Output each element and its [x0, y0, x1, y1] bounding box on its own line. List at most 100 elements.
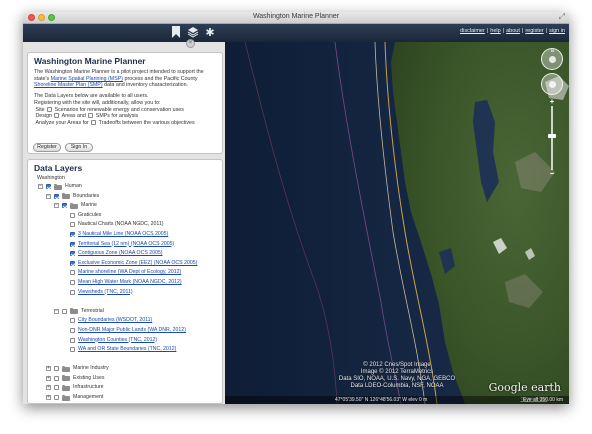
layer-checkbox[interactable] [70, 318, 75, 324]
layer-row[interactable]: + Marine Industry [34, 364, 216, 374]
fullscreen-icon[interactable]: ⤢ [559, 12, 565, 22]
zoom-slider[interactable]: + − [541, 98, 563, 178]
look-around-control[interactable]: N [541, 48, 563, 70]
app-window: Washington Marine Planner ⤢ ✱ disclaimer… [23, 12, 569, 404]
move-control[interactable] [541, 73, 563, 95]
expand-toggle-icon[interactable]: − [54, 203, 59, 209]
layer-row[interactable]: Nautical Charts (NOAA NGDC, 2011) [34, 220, 216, 230]
layer-row[interactable] [34, 355, 216, 365]
layer-link[interactable]: WA and OR State Boundaries (TNC, 2012) [78, 345, 176, 355]
layer-link[interactable]: Non-DNR Major Public Lands (WA DNR, 2012… [78, 326, 186, 336]
expand-toggle-icon[interactable]: − [38, 184, 43, 189]
layer-row[interactable]: 3 Nautical Mile Line (NOAA OCS 2005) [34, 230, 216, 240]
smp-link[interactable]: Shoreline Master Plan (SMP) [34, 82, 103, 88]
layer-row[interactable]: Graticules [34, 211, 216, 221]
layer-checkbox[interactable] [70, 260, 75, 266]
layer-row[interactable]: + Management [34, 393, 216, 403]
sign-in-link[interactable]: sign in [549, 28, 565, 34]
gear-icon[interactable]: ✱ [203, 26, 217, 40]
layer-checkbox[interactable] [70, 279, 75, 285]
layer-row[interactable]: − Human [34, 182, 216, 192]
folder-icon [62, 394, 70, 401]
layer-row[interactable]: Contiguous Zone (NOAA OCS 2005) [34, 249, 216, 259]
layer-row[interactable]: Non-DNR Major Public Lands (WA DNR, 2012… [34, 326, 216, 336]
expand-toggle-icon[interactable]: − [54, 308, 59, 314]
layer-checkbox[interactable] [70, 231, 75, 237]
layer-checkbox[interactable] [54, 193, 59, 199]
layer-label: Existing Uses [73, 374, 105, 381]
layer-checkbox[interactable] [54, 385, 59, 391]
top-nav-links: disclaimer | help | about | register | sign in [460, 28, 565, 34]
layer-checkbox[interactable] [70, 327, 75, 333]
layer-row[interactable]: Washington Counties (TNC, 2012) [34, 336, 216, 346]
about-link[interactable]: about [506, 28, 520, 34]
layer-checkbox[interactable] [70, 337, 75, 343]
bookmark-icon[interactable] [169, 26, 183, 40]
layer-checkbox[interactable] [70, 347, 75, 353]
zoom-in-icon[interactable]: + [547, 98, 557, 106]
layer-label: Nautical Charts (NOAA NGDC, 2011) [78, 221, 164, 228]
layer-link[interactable]: Contiguous Zone (NOAA OCS 2005) [78, 249, 162, 259]
layer-row[interactable]: WA and OR State Boundaries (TNC, 2012) [34, 345, 216, 355]
layer-row[interactable]: + Infrastructure [34, 383, 216, 393]
layer-link[interactable]: Washington Counties (TNC, 2012) [78, 336, 157, 346]
layer-checkbox[interactable] [46, 184, 51, 189]
layer-row[interactable] [34, 297, 216, 307]
satellite-map[interactable] [225, 42, 569, 404]
layer-checkbox[interactable] [70, 289, 75, 295]
tradeoff-icon [91, 119, 97, 125]
layer-label: Graticules [78, 211, 102, 218]
zoom-out-icon[interactable]: − [547, 170, 557, 178]
layer-row[interactable]: Viewsheds (TNC, 2011) [34, 288, 216, 298]
expand-toggle-icon[interactable]: − [46, 193, 51, 199]
expand-toggle-icon[interactable]: + [46, 395, 51, 401]
window-title: Washington Marine Planner [252, 13, 340, 20]
layer-checkbox[interactable] [54, 395, 59, 401]
zoom-handle[interactable] [548, 134, 556, 138]
layer-link[interactable]: Marine shoreline (WA Dept of Ecology, 20… [78, 268, 181, 278]
layer-checkbox[interactable] [70, 222, 75, 228]
layer-row[interactable]: Territorial Sea (12 nm) (NOAA OCS 2005) [34, 240, 216, 250]
layer-row[interactable]: Mean High Water Mark (NOAA NGDC, 2012) [34, 278, 216, 288]
register-button[interactable]: Register [33, 143, 61, 152]
layer-root-label: Washington [37, 175, 65, 181]
layer-row[interactable]: − Marine [34, 201, 216, 211]
layer-checkbox[interactable] [54, 375, 59, 381]
layer-row[interactable]: + Existing Uses [34, 374, 216, 384]
layer-link[interactable]: Territorial Sea (12 nm) (NOAA OCS 2005) [78, 240, 174, 250]
layers-icon[interactable] [186, 26, 200, 40]
layer-link[interactable]: Mean High Water Mark (NOAA NGDC, 2012) [78, 278, 182, 288]
layer-row[interactable]: − Boundaries [34, 192, 216, 202]
layer-link[interactable]: Exclusive Economic Zone (EEZ) (NOAA OCS … [78, 259, 197, 269]
expand-toggle-icon[interactable]: + [46, 385, 51, 391]
layer-row[interactable]: Marine shoreline (WA Dept of Ecology, 20… [34, 268, 216, 278]
expand-toggle-icon[interactable]: + [46, 375, 51, 381]
register-link[interactable]: register [525, 28, 543, 34]
msp-link[interactable]: Marine Spatial Planning (MSP) [51, 76, 123, 82]
layer-row[interactable]: − Terrestrial [34, 307, 216, 317]
coordinate-readout: 47°05'39.50" N 126°48'56.03" W elev 0 m [335, 397, 428, 403]
area-icon [54, 113, 60, 119]
layer-checkbox[interactable] [70, 270, 75, 276]
close-panel-icon[interactable]: × [186, 39, 195, 48]
layer-link[interactable]: Viewsheds (TNC, 2011) [78, 288, 133, 298]
layer-link[interactable]: 3 Nautical Mile Line (NOAA OCS 2005) [78, 230, 168, 240]
layer-checkbox[interactable] [70, 251, 75, 257]
map-view[interactable]: N + − © 2012 Cnes/Spot Image Image © 201… [225, 42, 569, 404]
expand-toggle-icon[interactable]: + [46, 366, 51, 372]
layer-checkbox[interactable] [70, 241, 75, 247]
layer-checkbox[interactable] [54, 366, 59, 372]
layer-row[interactable]: City Boundaries (WSDOT, 2011) [34, 316, 216, 326]
layer-checkbox[interactable] [62, 308, 67, 314]
disclaimer-link[interactable]: disclaimer [460, 28, 485, 34]
layer-checkbox[interactable] [62, 203, 67, 209]
title-bar: Washington Marine Planner ⤢ [23, 12, 569, 24]
sign-in-button[interactable]: Sign In [65, 143, 93, 152]
intro-description: The Washington Marine Planner is a pilot… [34, 69, 204, 89]
layer-checkbox[interactable] [70, 212, 75, 218]
sidebar: × Washington Marine Planner The Washingt… [23, 39, 225, 404]
help-link[interactable]: help [490, 28, 500, 34]
layer-row[interactable]: Exclusive Economic Zone (EEZ) (NOAA OCS … [34, 259, 216, 269]
layer-link[interactable]: City Boundaries (WSDOT, 2011) [78, 316, 152, 326]
scenario-icon [47, 106, 53, 112]
